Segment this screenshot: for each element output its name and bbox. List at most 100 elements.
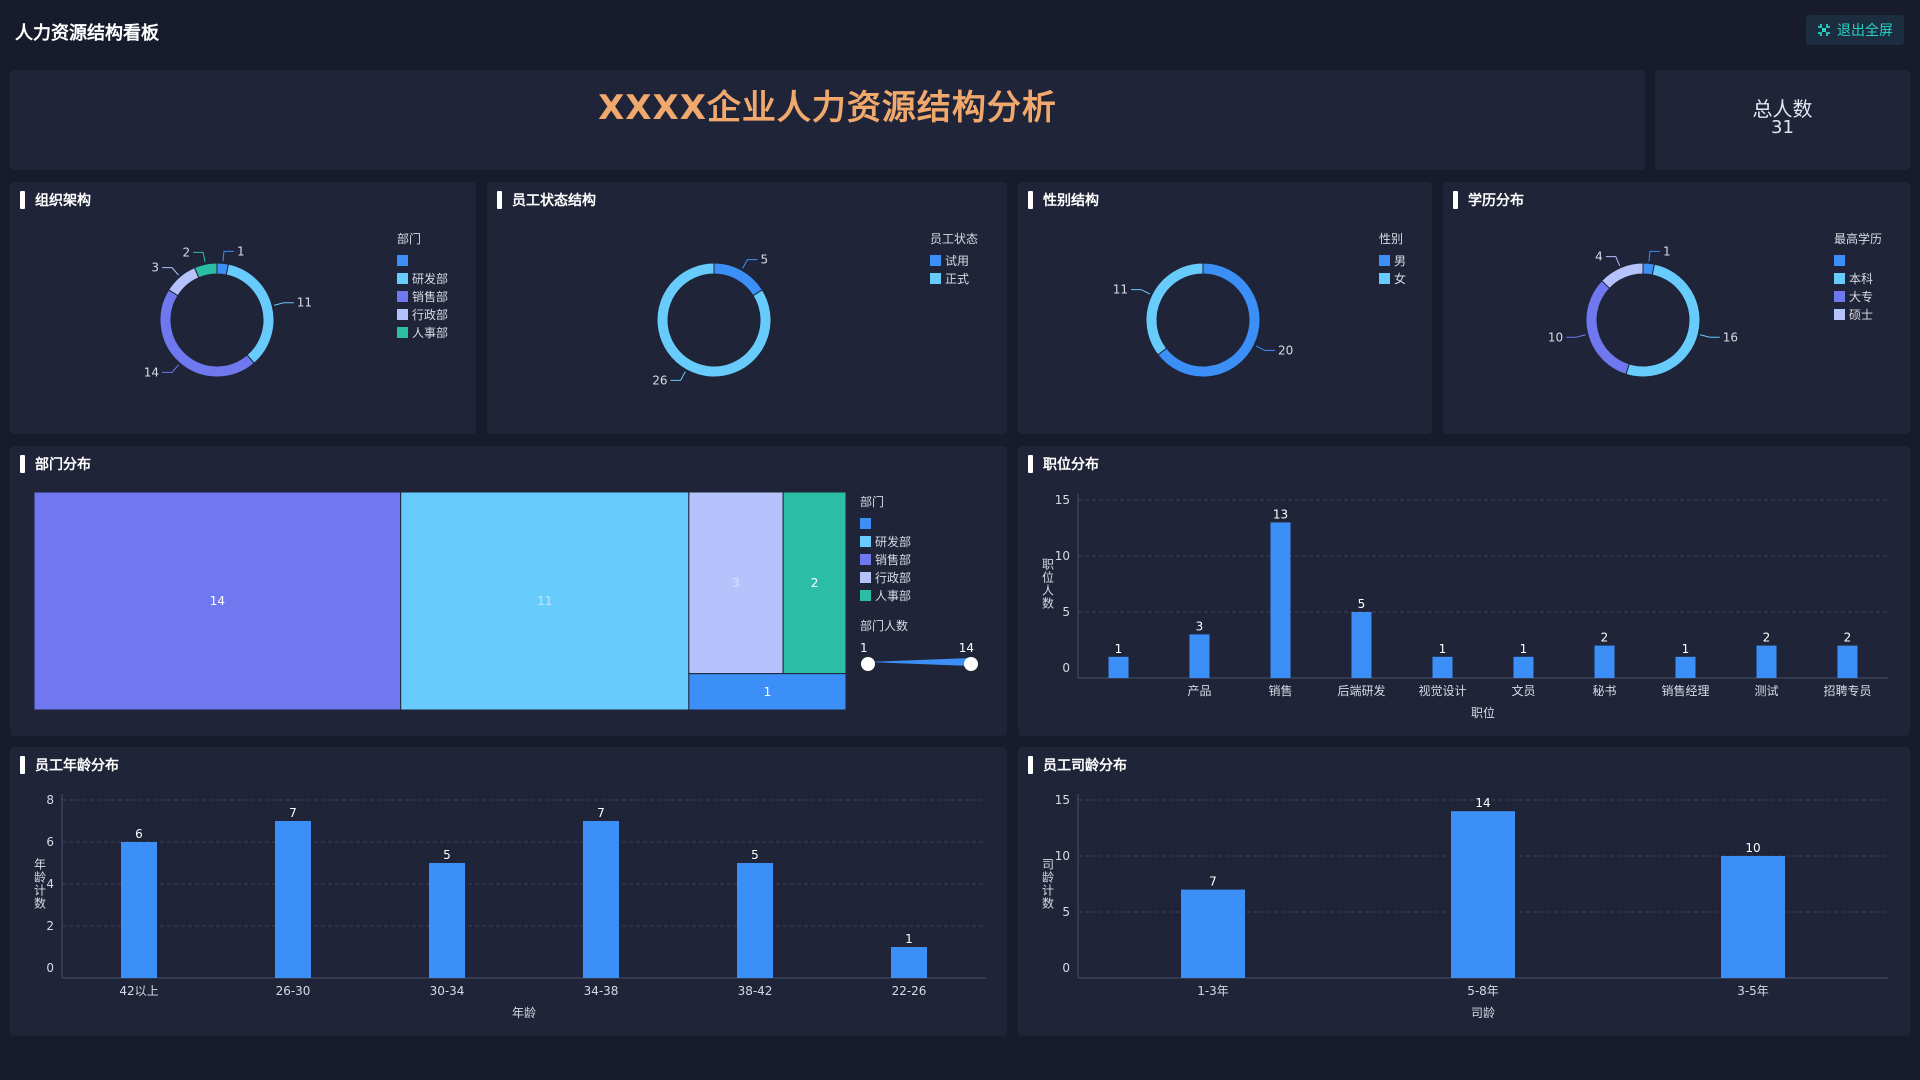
donut-slice <box>1585 280 1630 376</box>
bar-value-label: 1 <box>1682 642 1690 656</box>
gender-donut-chart: 20 11 性别男女 <box>1113 232 1406 378</box>
label-leader <box>162 267 179 276</box>
range-min-label: 1 <box>860 641 868 655</box>
treemap-label: 1 <box>764 685 772 699</box>
label-leader <box>1566 334 1587 338</box>
data-label: 14 <box>144 365 159 379</box>
donut-slice <box>225 263 275 364</box>
x-tick-label: 销售 <box>1268 683 1292 698</box>
legend-swatch <box>860 518 871 529</box>
label-leader <box>670 371 686 381</box>
legend-label: 研发部 <box>412 271 448 286</box>
donut-slice <box>167 266 200 297</box>
legend-swatch <box>1379 273 1390 284</box>
education-panel: 学历分布 1 16 10 4 最高学历 本科 大专 硕士 <box>1443 182 1910 434</box>
y-tick-label: 5 <box>1062 605 1070 619</box>
range-min-handle[interactable] <box>861 657 875 671</box>
bar <box>121 842 157 978</box>
position-panel: 职位分布 0 5 10 15 1 3 产品 13 销售 5 后端研发 1 视觉设计 1 文员 2 秘书 1 销售经理… <box>1018 446 1910 736</box>
x-tick-label: 1-3年 <box>1197 984 1229 998</box>
bar-value-label: 10 <box>1745 841 1760 855</box>
y-tick-label: 0 <box>1062 661 1070 675</box>
data-label: 2 <box>182 245 190 259</box>
donut-slice <box>1600 262 1644 290</box>
exit-fullscreen-button[interactable]: 退出全屏 <box>1806 15 1904 45</box>
bar-value-label: 5 <box>443 848 451 862</box>
donut-slice <box>159 289 255 378</box>
x-tick-label: 文员 <box>1511 683 1535 698</box>
legend-swatch <box>860 536 871 547</box>
y-axis-title: 职 <box>1042 558 1054 572</box>
label-leader <box>222 250 234 262</box>
bar-value-label: 5 <box>1358 597 1366 611</box>
x-tick-label: 秘书 <box>1592 684 1616 698</box>
bar-value-label: 2 <box>1844 631 1852 645</box>
legend-label: 本科 <box>1849 272 1873 286</box>
total-panel: 总人数 31 <box>1655 70 1910 170</box>
legend-swatch <box>1834 255 1845 266</box>
legend-swatch <box>1834 273 1845 284</box>
legend-label: 试用 <box>945 253 969 268</box>
bar-value-label: 7 <box>289 806 297 820</box>
y-axis-title: 位 <box>1042 570 1054 585</box>
org-donut-chart: 1111432部门研发部销售部行政部人事部 <box>144 231 448 379</box>
y-axis-title: 龄 <box>34 871 46 885</box>
data-label: 1 <box>237 244 245 258</box>
y-axis-title: 数 <box>1042 896 1054 911</box>
treemap-label: 14 <box>210 594 225 608</box>
legend-swatch <box>930 273 941 284</box>
x-tick-label: 产品 <box>1187 684 1211 698</box>
bar <box>1108 656 1129 678</box>
range-max-handle[interactable] <box>964 657 978 671</box>
dept-panel: 部门分布 14 11 3 2 1 部门 研发部 销售部 行政部 人事部 部门人数 1 14 <box>10 446 1007 736</box>
bar-value-label: 1 <box>905 932 913 946</box>
x-tick-label: 3-5年 <box>1737 984 1769 998</box>
legend-label: 销售部 <box>875 552 911 567</box>
legend-title: 部门 <box>397 231 421 246</box>
bar-value-label: 13 <box>1273 507 1288 521</box>
gender-panel: 性别结构 20 11 性别男女 <box>1018 182 1432 434</box>
legend-swatch <box>397 255 408 266</box>
data-label: 20 <box>1278 343 1293 357</box>
age-bar-chart: 0 2 4 6 8 6 42以上 7 26-30 5 30-34 7 34-38 5 38-42 1 22-26… <box>34 793 986 1020</box>
bar <box>1675 656 1696 678</box>
legend-swatch <box>1834 291 1845 302</box>
bar-value-label: 3 <box>1196 619 1204 633</box>
data-label: 16 <box>1723 330 1738 344</box>
org-panel: 组织架构 1 11 14 3 2 部门 研发部 销售部 行政部 人事部 <box>10 182 476 434</box>
x-tick-label: 26-30 <box>276 984 311 998</box>
bar <box>1351 612 1372 678</box>
data-label: 3 <box>151 261 159 275</box>
legend-label: 行政部 <box>412 307 448 322</box>
bar <box>429 863 465 978</box>
label-leader <box>273 302 294 306</box>
dept-treemap-chart: 14 11 3 2 1 部门研发部销售部行政部人事部部门人数 1 14 <box>33 491 978 711</box>
legend-swatch <box>397 327 408 338</box>
legend-label: 人事部 <box>412 325 448 340</box>
y-axis-title: 人 <box>1042 584 1054 598</box>
legend-label: 正式 <box>945 272 969 286</box>
label-leader <box>1255 345 1275 351</box>
bar-value-label: 5 <box>751 848 759 862</box>
legend-label: 女 <box>1394 271 1406 286</box>
label-leader <box>1131 289 1151 295</box>
y-tick-label: 6 <box>46 835 54 849</box>
bar-value-label: 1 <box>1520 642 1528 656</box>
label-leader <box>1648 250 1660 262</box>
x-tick-label: 38-42 <box>738 984 773 998</box>
legend-swatch <box>860 590 871 601</box>
y-tick-label: 15 <box>1055 793 1070 807</box>
legend-swatch <box>397 273 408 284</box>
y-tick-label: 0 <box>1062 961 1070 975</box>
app-header: 人力资源结构看板 退出全屏 <box>0 0 1920 62</box>
bar-value-label: 6 <box>135 827 143 841</box>
label-leader <box>193 251 206 263</box>
banner-panel: XXXX企业人力资源结构分析 <box>10 70 1645 170</box>
y-tick-label: 10 <box>1055 849 1070 863</box>
legend-title: 性别 <box>1379 232 1403 246</box>
legend-label: 销售部 <box>412 289 448 304</box>
bar <box>1513 656 1534 678</box>
position-bar-chart: 05101513产品13销售5后端研发1视觉设计1文员2秘书1销售经理2测试2招… <box>1042 493 1888 720</box>
y-axis-title: 数 <box>1042 596 1054 611</box>
y-axis-title: 年 <box>34 858 46 872</box>
